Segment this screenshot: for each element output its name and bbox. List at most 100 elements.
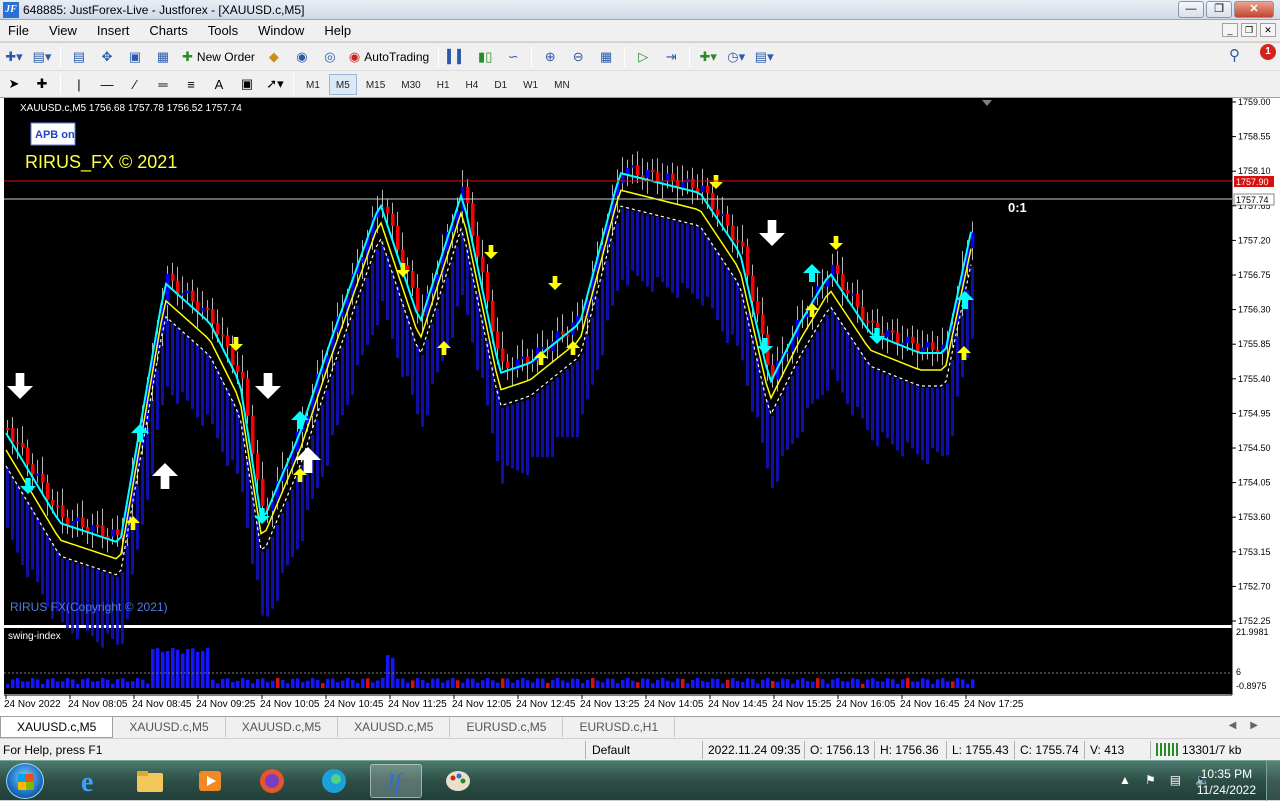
zoom-out-icon[interactable]: ⊖: [567, 46, 589, 68]
new-order-button[interactable]: ✚ New Order: [177, 46, 260, 68]
network-icon[interactable]: ▤: [1170, 773, 1181, 787]
auto-scroll-icon[interactable]: ▷: [632, 46, 654, 68]
internet-explorer-icon[interactable]: e: [64, 764, 116, 798]
indicator-bar: [901, 679, 905, 688]
taskbar-clock[interactable]: 10:35 PM 11/24/2022: [1197, 766, 1256, 798]
close-button[interactable]: ✕: [1234, 1, 1274, 18]
mdi-minimize-button[interactable]: _: [1222, 23, 1238, 37]
arrow-shaft: [15, 373, 25, 386]
templates-icon[interactable]: ▤▾: [753, 46, 775, 68]
timeframe-m15[interactable]: M15: [359, 74, 392, 95]
horizontal-line-icon[interactable]: —: [96, 73, 118, 95]
new-chart-icon[interactable]: ✚▾: [3, 46, 25, 68]
minimize-button[interactable]: —: [1178, 1, 1204, 18]
candlestick-icon[interactable]: ▮▯: [474, 46, 496, 68]
time-tick-label: 24 Nov 2022: [4, 699, 61, 710]
chart-canvas[interactable]: 1759.001758.551758.101757.651757.201756.…: [0, 98, 1280, 716]
line-chart-icon[interactable]: ∽: [502, 46, 524, 68]
ribbon-bar: [571, 365, 574, 438]
chart-window[interactable]: 1759.00 1758.55 1758.10 1757.65 1757.20 1756.…: [0, 98, 1280, 716]
timeframe-m5[interactable]: M5: [328, 73, 357, 95]
chart-tab-1[interactable]: XAUUSD.c,M5: [0, 717, 114, 738]
candle-body: [76, 517, 80, 522]
media-player-icon[interactable]: [184, 764, 236, 798]
text-label-icon[interactable]: ▣: [236, 73, 258, 95]
navigator-icon[interactable]: ▣: [124, 46, 146, 68]
indicators-icon[interactable]: ✚▾: [697, 46, 719, 68]
zoom-in-icon[interactable]: ⊕: [539, 46, 561, 68]
indicator-bar: [761, 679, 765, 688]
menu-window[interactable]: Window: [248, 23, 314, 38]
fibonacci-icon[interactable]: ≡: [180, 73, 202, 95]
crosshair-icon[interactable]: ✚: [31, 73, 53, 95]
meta-editor-icon[interactable]: ◉: [291, 46, 313, 68]
chart-tab-6[interactable]: EURUSD.c,H1: [563, 717, 676, 737]
chart-shift-icon[interactable]: ⇥: [660, 46, 682, 68]
candle-body: [486, 272, 490, 301]
candle-body: [496, 331, 500, 349]
mdi-close-button[interactable]: ✕: [1260, 23, 1276, 37]
candle-body: [471, 203, 475, 236]
indicator-bar: [746, 678, 750, 688]
ribbon-bar: [191, 341, 194, 410]
show-desktop-button[interactable]: [1266, 761, 1280, 801]
trendline-icon[interactable]: ∕: [124, 73, 146, 95]
status-separator: [1150, 741, 1151, 759]
ribbon-bar: [86, 566, 89, 631]
connection-icon[interactable]: [1156, 743, 1178, 756]
timeframe-m1[interactable]: M1: [299, 74, 327, 95]
menu-charts[interactable]: Charts: [139, 23, 197, 38]
arrows-icon[interactable]: ➚▾: [264, 73, 286, 95]
signals-icon[interactable]: ◎: [319, 46, 341, 68]
edge-icon[interactable]: [308, 764, 360, 798]
auto-trading-button[interactable]: ◉ AutoTrading: [344, 46, 434, 68]
timeframe-mn[interactable]: MN: [547, 74, 577, 95]
indicator-bar: [606, 678, 610, 688]
vertical-line-icon[interactable]: |: [68, 73, 90, 95]
timeframe-h4[interactable]: H4: [459, 74, 486, 95]
paint-icon[interactable]: [432, 764, 484, 798]
text-icon[interactable]: A: [208, 73, 230, 95]
file-explorer-icon[interactable]: [124, 764, 176, 798]
notifications-icon[interactable]: 1: [1254, 44, 1276, 66]
tab-scroll-arrows-icon[interactable]: ◀▶: [1229, 720, 1272, 731]
chart-tab-2[interactable]: XAUUSD.c,M5: [113, 717, 226, 737]
mdi-restore-button[interactable]: ❐: [1241, 23, 1257, 37]
strategy-tester-icon[interactable]: ◆: [263, 46, 285, 68]
equidistant-channel-icon[interactable]: ═: [152, 73, 174, 95]
chart-tab-4[interactable]: XAUUSD.c,M5: [338, 717, 451, 737]
menu-help[interactable]: Help: [314, 23, 361, 38]
tray-expand-icon[interactable]: ▲: [1119, 773, 1131, 787]
profiles-icon[interactable]: ▤▾: [31, 46, 53, 68]
candle-body: [411, 271, 415, 288]
ribbon-bar: [266, 548, 269, 617]
candle-body: [971, 232, 975, 249]
time-tick-label: 24 Nov 15:25: [772, 699, 832, 710]
menu-tools[interactable]: Tools: [198, 23, 248, 38]
timeframe-d1[interactable]: D1: [487, 74, 514, 95]
timeframe-w1[interactable]: W1: [516, 74, 545, 95]
firefox-icon[interactable]: [246, 764, 298, 798]
data-window-icon[interactable]: ✥: [96, 46, 118, 68]
bar-chart-icon[interactable]: ▍▍: [446, 46, 468, 68]
search-icon[interactable]: ⚲: [1229, 46, 1240, 64]
cursor-icon[interactable]: ➤: [3, 73, 25, 95]
periods-icon[interactable]: ◷▾: [725, 46, 747, 68]
terminal-icon[interactable]: ▦: [152, 46, 174, 68]
start-button[interactable]: [6, 763, 44, 799]
market-watch-icon[interactable]: ▤: [68, 46, 90, 68]
chart-tab-3[interactable]: XAUUSD.c,M5: [226, 717, 339, 737]
ribbon-bar: [926, 388, 929, 464]
menu-view[interactable]: View: [39, 23, 87, 38]
menu-file[interactable]: File: [0, 23, 39, 38]
chart-tab-5[interactable]: EURUSD.c,M5: [450, 717, 564, 737]
timeframe-m30[interactable]: M30: [394, 74, 427, 95]
ribbon-bar: [891, 376, 894, 445]
menu-insert[interactable]: Insert: [87, 23, 140, 38]
indicator-bar: [281, 679, 285, 688]
timeframe-h1[interactable]: H1: [430, 74, 457, 95]
restore-button[interactable]: ❐: [1206, 1, 1232, 18]
action-center-flag-icon[interactable]: ⚑: [1145, 773, 1156, 787]
justforex-taskbar-icon[interactable]: Jf: [370, 764, 422, 798]
tile-windows-icon[interactable]: ▦: [595, 46, 617, 68]
